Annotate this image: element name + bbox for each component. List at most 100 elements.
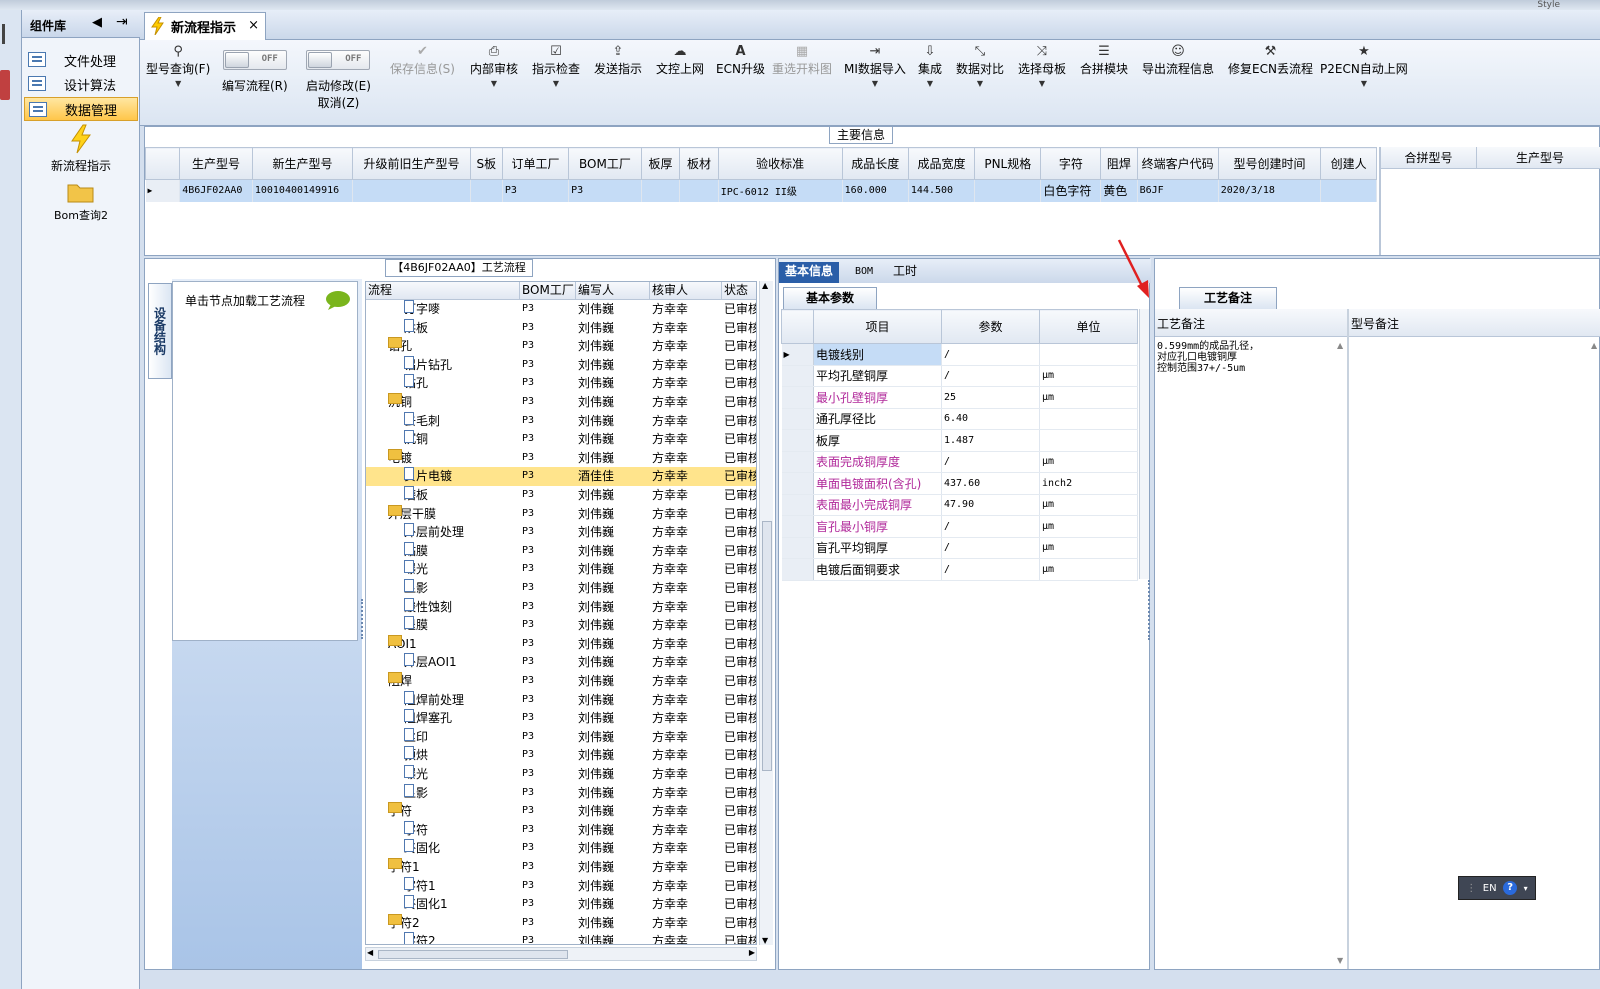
table-cell[interactable] (974, 179, 1042, 202)
param-value[interactable]: / (941, 537, 1040, 559)
app-icon[interactable] (0, 70, 10, 100)
column-header[interactable]: 合拼型号 (1381, 147, 1477, 169)
tree-node[interactable]: 曝光 (404, 560, 428, 578)
model-remark-textarea[interactable] (1351, 341, 1591, 961)
export-flow-button[interactable]: ☺ 导出流程信息 (1142, 44, 1214, 77)
param-row[interactable]: 平均孔壁铜厚 / μm (781, 365, 1138, 387)
tab-new-flow[interactable]: 新流程指示 × (144, 12, 266, 40)
tree-row[interactable]: 终固化 P3 刘伟巍 方幸幸 已审核 (366, 839, 756, 858)
horizontal-scrollbar[interactable]: ◀ ▶ (365, 947, 757, 961)
tree-node[interactable]: 沉铜 (404, 430, 428, 448)
scroll-thumb[interactable] (378, 950, 568, 959)
table-cell[interactable] (470, 179, 503, 202)
param-row[interactable]: 电镀后面铜要求 / μm (781, 558, 1138, 581)
scroll-thumb[interactable] (762, 521, 772, 771)
tree-row[interactable]: 曝光 P3 刘伟巍 方幸幸 已审核 (366, 560, 756, 579)
tree-row[interactable]: −电镀 P3 刘伟巍 方幸幸 已审核 (366, 448, 756, 468)
splitter-handle[interactable] (1148, 580, 1152, 640)
save-info-button[interactable]: ✔ 保存信息(S) (390, 44, 455, 77)
param-value[interactable]: / (941, 515, 1040, 538)
param-value[interactable]: 25 (941, 386, 1040, 409)
sidebar-item-algorithm[interactable]: 设计算法 (24, 72, 138, 96)
column-header[interactable]: S板 (469, 147, 503, 180)
table-cell[interactable]: 4B6JF02AA0 (179, 179, 253, 202)
pin-icon[interactable]: ⇥ (116, 14, 128, 30)
tree-node[interactable]: −AOI1 (388, 634, 417, 653)
tab-craft-remark[interactable]: 工艺备注 (1179, 287, 1277, 309)
column-header[interactable]: 流程 (366, 282, 520, 300)
internal-review-button[interactable]: ⎙ 内部审核 ▼ (470, 44, 518, 88)
tab-device-structure[interactable]: 设备结构 (148, 283, 172, 379)
tree-node[interactable]: 阻焊前处理 (404, 690, 464, 709)
tree-row[interactable]: 预烘 P3 刘伟巍 方幸幸 已审核 (366, 746, 756, 765)
column-header[interactable]: 新生产型号 (251, 147, 354, 180)
scroll-left-icon[interactable]: ◀ (367, 948, 373, 957)
column-header[interactable]: 参数 (941, 309, 1040, 344)
tree-row[interactable]: 退膜 P3 刘伟巍 方幸幸 已审核 (366, 616, 756, 635)
ecn-upgrade-button[interactable]: A ECN升级 (716, 44, 765, 77)
tree-row[interactable]: 显影 P3 刘伟巍 方幸幸 已审核 (366, 783, 756, 803)
table-cell[interactable] (641, 179, 681, 202)
scroll-up-icon[interactable]: ▲ (1337, 341, 1343, 350)
tree-node[interactable]: 钻孔 (404, 374, 428, 392)
column-header[interactable]: 阻焊 (1100, 147, 1138, 180)
param-row[interactable]: 表面完成铜厚度 / μm (781, 451, 1138, 473)
mi-import-button[interactable]: ⇥ MI数据导入 ▼ (844, 44, 906, 88)
param-value[interactable]: 1.487 (941, 429, 1040, 452)
table-cell[interactable]: 160.000 (842, 179, 909, 202)
tree-row[interactable]: −阻焊 P3 刘伟巍 方幸幸 已审核 (366, 672, 756, 691)
column-header[interactable]: 编写人 (576, 282, 650, 300)
column-header[interactable]: 项目 (813, 309, 942, 344)
close-icon[interactable]: × (248, 18, 259, 33)
tree-row[interactable]: 阻焊前处理 P3 刘伟巍 方幸幸 已审核 (366, 690, 756, 710)
tree-node[interactable]: −电镀 (388, 448, 412, 467)
tree-node[interactable]: −沉铜 (388, 393, 412, 411)
tree-row[interactable]: −字符2 P3 刘伟巍 方幸幸 已审核 (366, 913, 756, 933)
tree-row[interactable]: 丝印 P3 刘伟巍 方幸幸 已审核 (366, 727, 756, 747)
data-compare-button[interactable]: ⤡ 数据对比 ▼ (956, 44, 1004, 88)
tree-row[interactable]: 阻焊塞孔 P3 刘伟巍 方幸幸 已审核 (366, 709, 756, 728)
tree-node[interactable]: −字符1 (388, 858, 420, 876)
column-header[interactable]: 成品宽度 (907, 147, 976, 180)
tree-node[interactable]: −字符 (388, 802, 412, 820)
tree-row[interactable]: 显影 P3 刘伟巍 方幸幸 已审核 (366, 579, 756, 598)
craft-remark-textarea[interactable]: 0.599mm的成品孔径， 对应孔口电镀铜厚 控制范围37+/-5um (1157, 341, 1347, 374)
tree-row[interactable]: −钻孔 P3 刘伟巍 方幸幸 已审核 (366, 337, 756, 356)
column-header[interactable]: 板厚 (640, 147, 681, 180)
tree-node[interactable]: 阻焊塞孔 (404, 709, 452, 727)
scroll-up-icon[interactable]: ▲ (1591, 341, 1597, 350)
table-cell[interactable]: 黄色 (1100, 179, 1138, 202)
start-modify-toggle[interactable]: OFF 启动修改(E) 取消(Z) (306, 50, 371, 111)
chevron-down-icon[interactable]: ▼ (956, 79, 1004, 88)
shortcut-bom-query[interactable]: Bom查询2 (22, 180, 140, 223)
tree-node[interactable]: 负片电镀 (404, 467, 452, 485)
chevron-down-icon[interactable]: ▼ (532, 79, 580, 88)
tree-node[interactable]: 字符2 (404, 932, 436, 944)
tree-node[interactable]: 烘板 (404, 318, 428, 337)
column-header[interactable]: 成品长度 (841, 147, 909, 180)
column-header[interactable]: 升级前旧生产型号 (352, 147, 471, 180)
tree-row[interactable]: 烘板 P3 刘伟巍 方幸幸 已审核 (366, 318, 756, 338)
tree-row[interactable]: −外层干膜 P3 刘伟巍 方幸幸 已审核 (366, 504, 756, 524)
tree-row[interactable]: 字符2 P3 刘伟巍 方幸幸 已审核 (366, 932, 756, 944)
param-row[interactable]: 单面电镀面积(含孔) 437.60 inch2 (781, 472, 1138, 495)
column-header[interactable]: PNL规格 (974, 147, 1042, 180)
param-row[interactable]: 表面最小完成铜厚 47.90 μm (781, 494, 1138, 516)
tree-node[interactable]: −阻焊 (388, 672, 412, 690)
tab-bom[interactable]: BOM (849, 262, 879, 283)
tree-row[interactable]: 钻孔 P3 刘伟巍 方幸幸 已审核 (366, 374, 756, 393)
model-query-button[interactable]: ⚲ 型号查询(F) ▼ (146, 44, 210, 88)
write-flow-toggle[interactable]: OFF 编写流程(R) (222, 50, 288, 94)
tree-row[interactable]: 字符1 P3 刘伟巍 方幸幸 已审核 (366, 876, 756, 896)
send-instruction-button[interactable]: ⇪ 发送指示 (594, 44, 642, 77)
param-row[interactable]: 通孔厚径比 6.40 (781, 408, 1138, 430)
param-row[interactable]: 板厚 1.487 (781, 429, 1138, 452)
column-header[interactable]: 单位 (1039, 309, 1138, 344)
scroll-down-icon[interactable]: ▼ (1337, 956, 1343, 965)
table-cell[interactable]: 144.500 (908, 179, 976, 202)
tree-row[interactable]: 酸性蚀刻 P3 刘伟巍 方幸幸 已审核 (366, 597, 756, 617)
column-header[interactable]: 状态 (722, 282, 756, 300)
param-row[interactable]: 盲孔最小铜厚 / μm (781, 515, 1138, 538)
param-row[interactable]: ▶ 电镀线别 / (781, 343, 1138, 366)
table-cell[interactable]: 白色字符 (1040, 179, 1102, 202)
